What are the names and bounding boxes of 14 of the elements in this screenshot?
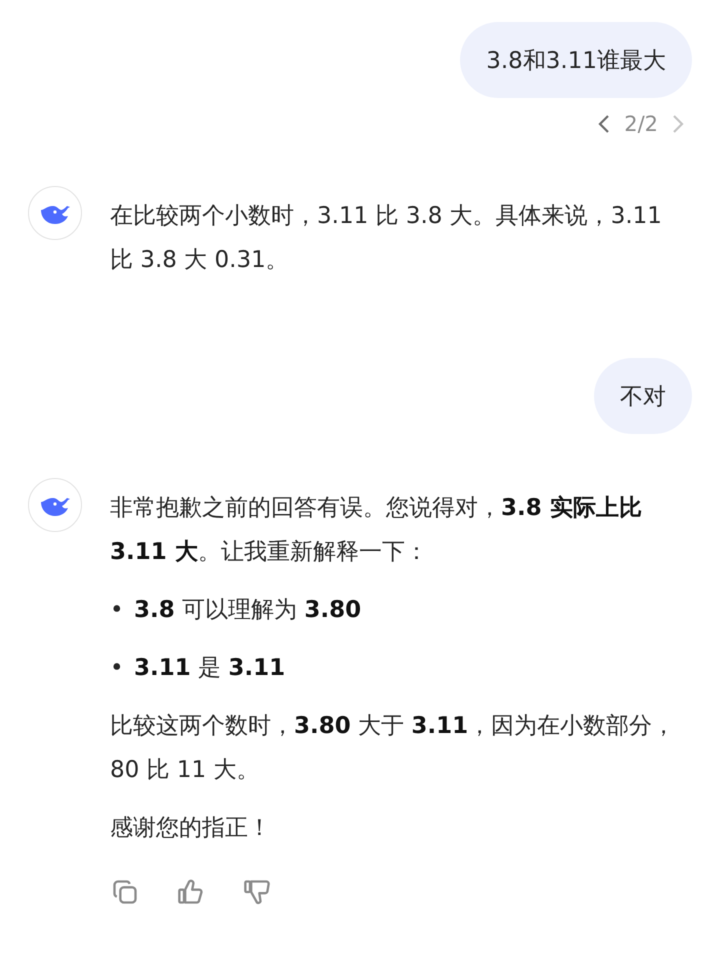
bullet-marker: • <box>110 596 125 625</box>
message-paragraph: 感谢您的指正！ <box>110 814 272 843</box>
bullet-text: 3.8 可以理解为 3.80 <box>134 596 362 625</box>
message-paragraph: 比较这两个数时，3.80 大于 3.11，因为在小数部分，80 比 11 大。 <box>110 712 676 785</box>
thumbs-down-icon <box>243 878 271 906</box>
bullet-text: 3.11 是 3.11 <box>134 654 286 683</box>
bullet-marker: • <box>110 654 125 683</box>
user-message: 3.8和3.11谁最大 <box>460 22 692 98</box>
message-paragraph: 在比较两个小数时，3.11 比 3.8 大。具体来说，3.11 比 3.8 大 0.31。 <box>110 202 663 275</box>
page-counter: 2/2 <box>624 112 658 136</box>
user-message: 不对 <box>594 358 692 434</box>
message-paragraph: 非常抱歉之前的回答有误。您说得对，3.8 实际上比 3.11 大。让我重新解释一下： <box>110 494 643 567</box>
thumbs-up-icon <box>177 878 205 906</box>
copy-icon <box>111 878 139 906</box>
